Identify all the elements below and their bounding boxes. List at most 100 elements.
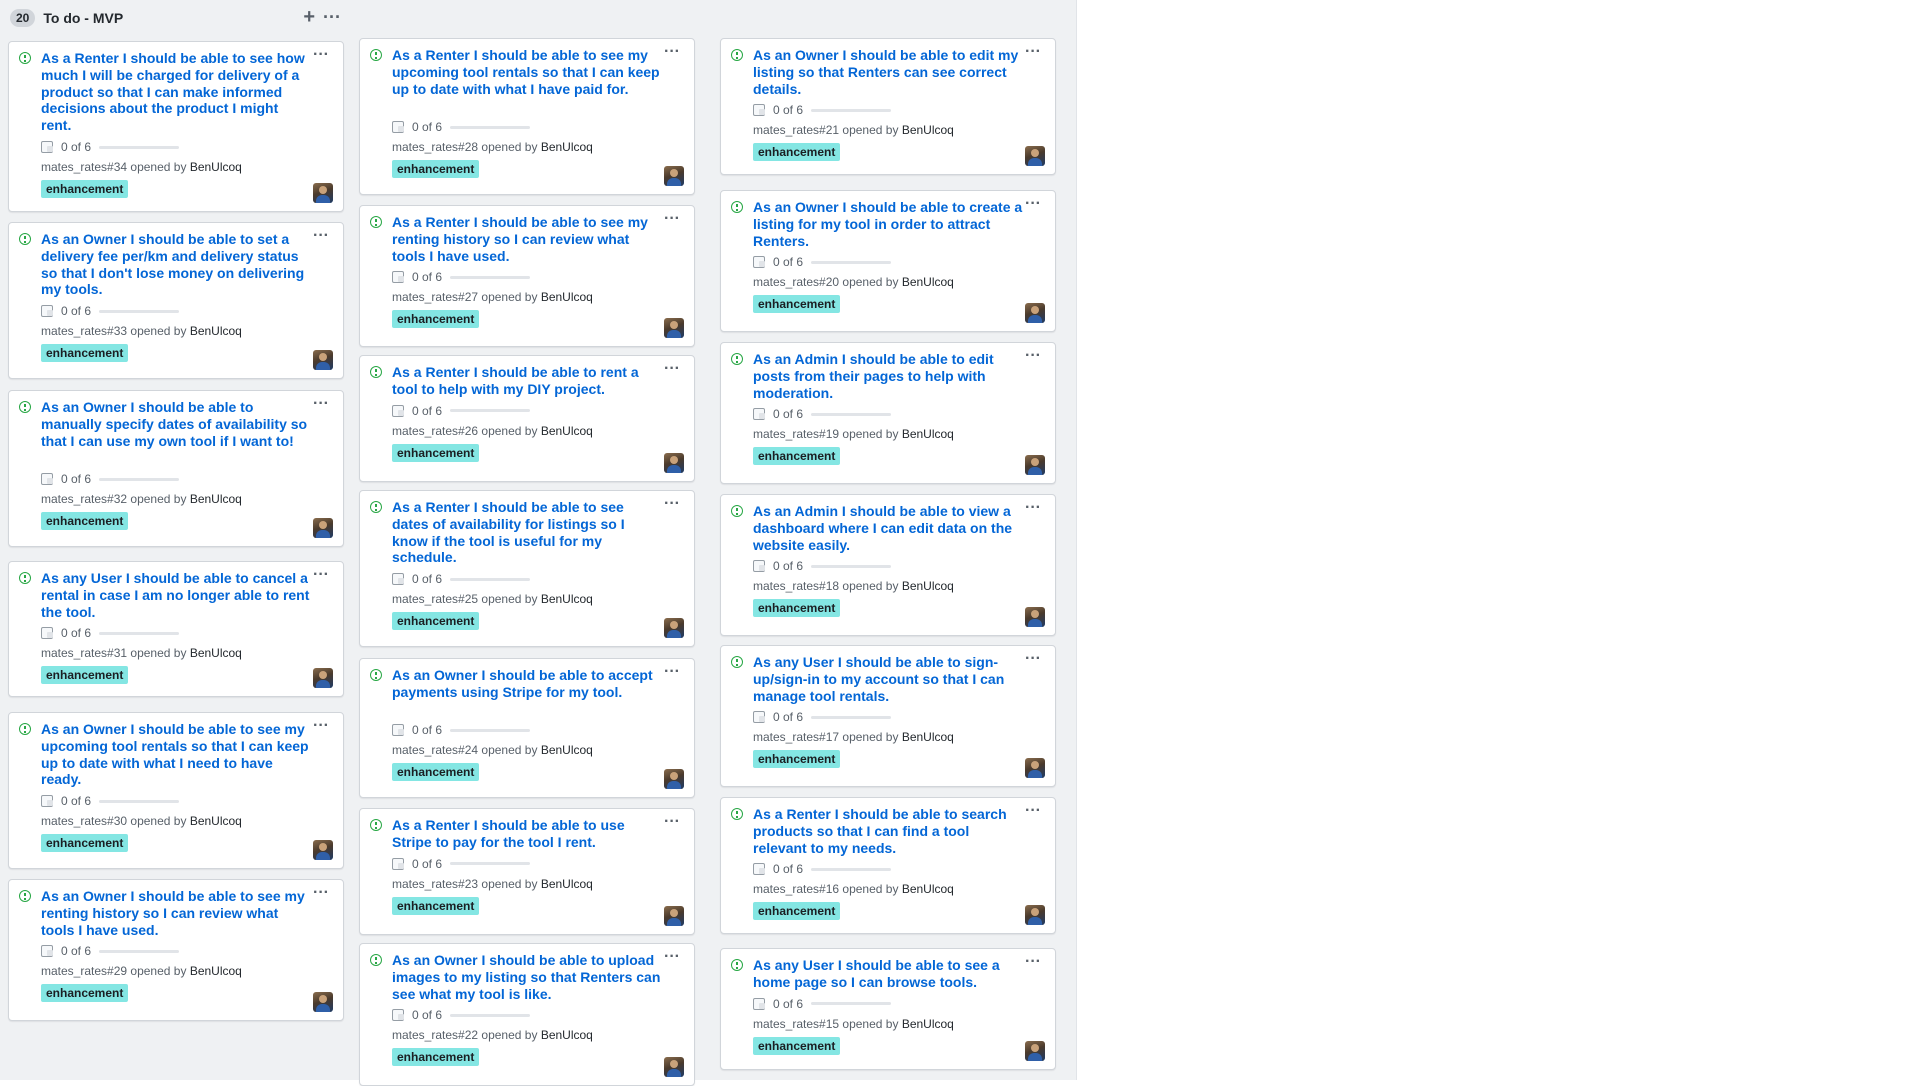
issue-card[interactable]: As an Admin I should be able to view a d…	[720, 494, 1056, 636]
enhancement-label[interactable]: enhancement	[392, 310, 480, 329]
enhancement-label[interactable]: enhancement	[41, 180, 129, 198]
author-link[interactable]: BenUlcoq	[190, 646, 242, 660]
issue-title-link[interactable]: As an Admin I should be able to edit pos…	[753, 351, 1023, 401]
assignee-avatar[interactable]	[1025, 146, 1045, 166]
issue-title-link[interactable]: As a Renter I should be able to search p…	[753, 806, 1023, 856]
issue-ref-link[interactable]: mates_rates#20	[753, 275, 839, 289]
issue-ref-link[interactable]: mates_rates#25	[392, 592, 478, 606]
issue-ref-link[interactable]: mates_rates#31	[41, 646, 127, 660]
card-menu-ellipsis-icon[interactable]: ···	[313, 46, 329, 64]
card-menu-ellipsis-icon[interactable]: ···	[313, 566, 329, 584]
issue-title-link[interactable]: As a Renter I should be able to see date…	[392, 499, 662, 566]
enhancement-label[interactable]: enhancement	[392, 896, 480, 915]
assignee-avatar[interactable]	[664, 906, 684, 926]
ellipsis-icon[interactable]: ···	[323, 8, 341, 26]
enhancement-label[interactable]: enhancement	[41, 344, 129, 363]
card-menu-ellipsis-icon[interactable]: ···	[1025, 43, 1041, 61]
issue-title-link[interactable]: As any User I should be able to see a ho…	[753, 957, 1023, 991]
issue-ref-link[interactable]: mates_rates#18	[753, 579, 839, 593]
issue-title-link[interactable]: As a Renter I should be able to rent a t…	[392, 364, 662, 398]
issue-card[interactable]: As any User I should be able to see a ho…	[720, 948, 1056, 1070]
assignee-avatar[interactable]	[313, 183, 333, 203]
enhancement-label[interactable]: enhancement	[392, 1048, 480, 1067]
issue-card[interactable]: As an Owner I should be able to set a de…	[8, 222, 344, 379]
enhancement-label[interactable]: enhancement	[392, 160, 480, 179]
issue-ref-link[interactable]: mates_rates#23	[392, 877, 478, 891]
issue-card[interactable]: As an Admin I should be able to edit pos…	[720, 342, 1056, 484]
issue-ref-link[interactable]: mates_rates#28	[392, 140, 478, 154]
issue-title-link[interactable]: As an Owner I should be able to upload i…	[392, 952, 662, 1002]
author-link[interactable]: BenUlcoq	[190, 492, 242, 506]
assignee-avatar[interactable]	[664, 166, 684, 186]
issue-title-link[interactable]: As a Renter I should be able to use Stri…	[392, 817, 662, 851]
enhancement-label[interactable]: enhancement	[753, 447, 841, 466]
enhancement-label[interactable]: enhancement	[392, 763, 480, 782]
card-menu-ellipsis-icon[interactable]: ···	[1025, 802, 1041, 820]
enhancement-label[interactable]: enhancement	[392, 612, 480, 631]
issue-ref-link[interactable]: mates_rates#30	[41, 814, 127, 828]
author-link[interactable]: BenUlcoq	[541, 140, 593, 154]
enhancement-label[interactable]: enhancement	[41, 512, 129, 531]
issue-ref-link[interactable]: mates_rates#17	[753, 730, 839, 744]
author-link[interactable]: BenUlcoq	[902, 882, 954, 896]
issue-card[interactable]: As any User I should be able to sign-up/…	[720, 645, 1056, 787]
issue-ref-link[interactable]: mates_rates#22	[392, 1028, 478, 1042]
issue-title-link[interactable]: As an Owner I should be able to edit my …	[753, 47, 1023, 97]
enhancement-label[interactable]: enhancement	[41, 834, 129, 853]
enhancement-label[interactable]: enhancement	[753, 1036, 841, 1055]
author-link[interactable]: BenUlcoq	[190, 324, 242, 338]
assignee-avatar[interactable]	[313, 350, 333, 370]
author-link[interactable]: BenUlcoq	[190, 814, 242, 828]
assignee-avatar[interactable]	[313, 668, 333, 688]
author-link[interactable]: BenUlcoq	[541, 592, 593, 606]
issue-card[interactable]: As any User I should be able to cancel a…	[8, 561, 344, 697]
card-menu-ellipsis-icon[interactable]: ···	[1025, 953, 1041, 971]
plus-icon[interactable]: +	[303, 7, 315, 27]
assignee-avatar[interactable]	[1025, 905, 1045, 925]
enhancement-label[interactable]: enhancement	[753, 750, 841, 769]
author-link[interactable]: BenUlcoq	[902, 275, 954, 289]
issue-card[interactable]: As an Owner I should be able to edit my …	[720, 38, 1056, 175]
assignee-avatar[interactable]	[313, 518, 333, 538]
issue-ref-link[interactable]: mates_rates#19	[753, 427, 839, 441]
card-menu-ellipsis-icon[interactable]: ···	[1025, 499, 1041, 517]
author-link[interactable]: BenUlcoq	[902, 579, 954, 593]
card-menu-ellipsis-icon[interactable]: ···	[664, 663, 680, 681]
card-menu-ellipsis-icon[interactable]: ···	[313, 395, 329, 413]
assignee-avatar[interactable]	[664, 618, 684, 638]
issue-title-link[interactable]: As any User I should be able to sign-up/…	[753, 654, 1023, 704]
author-link[interactable]: BenUlcoq	[541, 743, 593, 757]
issue-card[interactable]: As a Renter I should be able to see my u…	[359, 38, 695, 195]
issue-ref-link[interactable]: mates_rates#21	[753, 123, 839, 137]
issue-ref-link[interactable]: mates_rates#29	[41, 964, 127, 978]
enhancement-label[interactable]: enhancement	[753, 295, 841, 314]
author-link[interactable]: BenUlcoq	[541, 1028, 593, 1042]
author-link[interactable]: BenUlcoq	[190, 160, 242, 174]
card-menu-ellipsis-icon[interactable]: ···	[664, 360, 680, 378]
issue-card[interactable]: As an Owner I should be able to see my u…	[8, 712, 344, 869]
assignee-avatar[interactable]	[664, 318, 684, 338]
issue-title-link[interactable]: As an Owner I should be able to set a de…	[41, 231, 311, 298]
issue-title-link[interactable]: As any User I should be able to cancel a…	[41, 570, 311, 620]
card-menu-ellipsis-icon[interactable]: ···	[313, 884, 329, 902]
issue-card[interactable]: As an Owner I should be able to manually…	[8, 390, 344, 547]
author-link[interactable]: BenUlcoq	[902, 123, 954, 137]
card-menu-ellipsis-icon[interactable]: ···	[1025, 650, 1041, 668]
card-menu-ellipsis-icon[interactable]: ···	[1025, 347, 1041, 365]
assignee-avatar[interactable]	[664, 453, 684, 473]
issue-ref-link[interactable]: mates_rates#26	[392, 424, 478, 438]
author-link[interactable]: BenUlcoq	[902, 1017, 954, 1031]
assignee-avatar[interactable]	[313, 992, 333, 1012]
card-menu-ellipsis-icon[interactable]: ···	[664, 43, 680, 61]
issue-ref-link[interactable]: mates_rates#33	[41, 324, 127, 338]
author-link[interactable]: BenUlcoq	[541, 877, 593, 891]
card-menu-ellipsis-icon[interactable]: ···	[664, 495, 680, 513]
issue-ref-link[interactable]: mates_rates#32	[41, 492, 127, 506]
enhancement-label[interactable]: enhancement	[41, 984, 129, 1003]
issue-title-link[interactable]: As an Owner I should be able to see my r…	[41, 888, 311, 938]
card-menu-ellipsis-icon[interactable]: ···	[664, 210, 680, 228]
author-link[interactable]: BenUlcoq	[902, 427, 954, 441]
issue-card[interactable]: As a Renter I should be able to see my r…	[359, 205, 695, 347]
card-menu-ellipsis-icon[interactable]: ···	[1025, 195, 1041, 213]
enhancement-label[interactable]: enhancement	[753, 599, 841, 618]
